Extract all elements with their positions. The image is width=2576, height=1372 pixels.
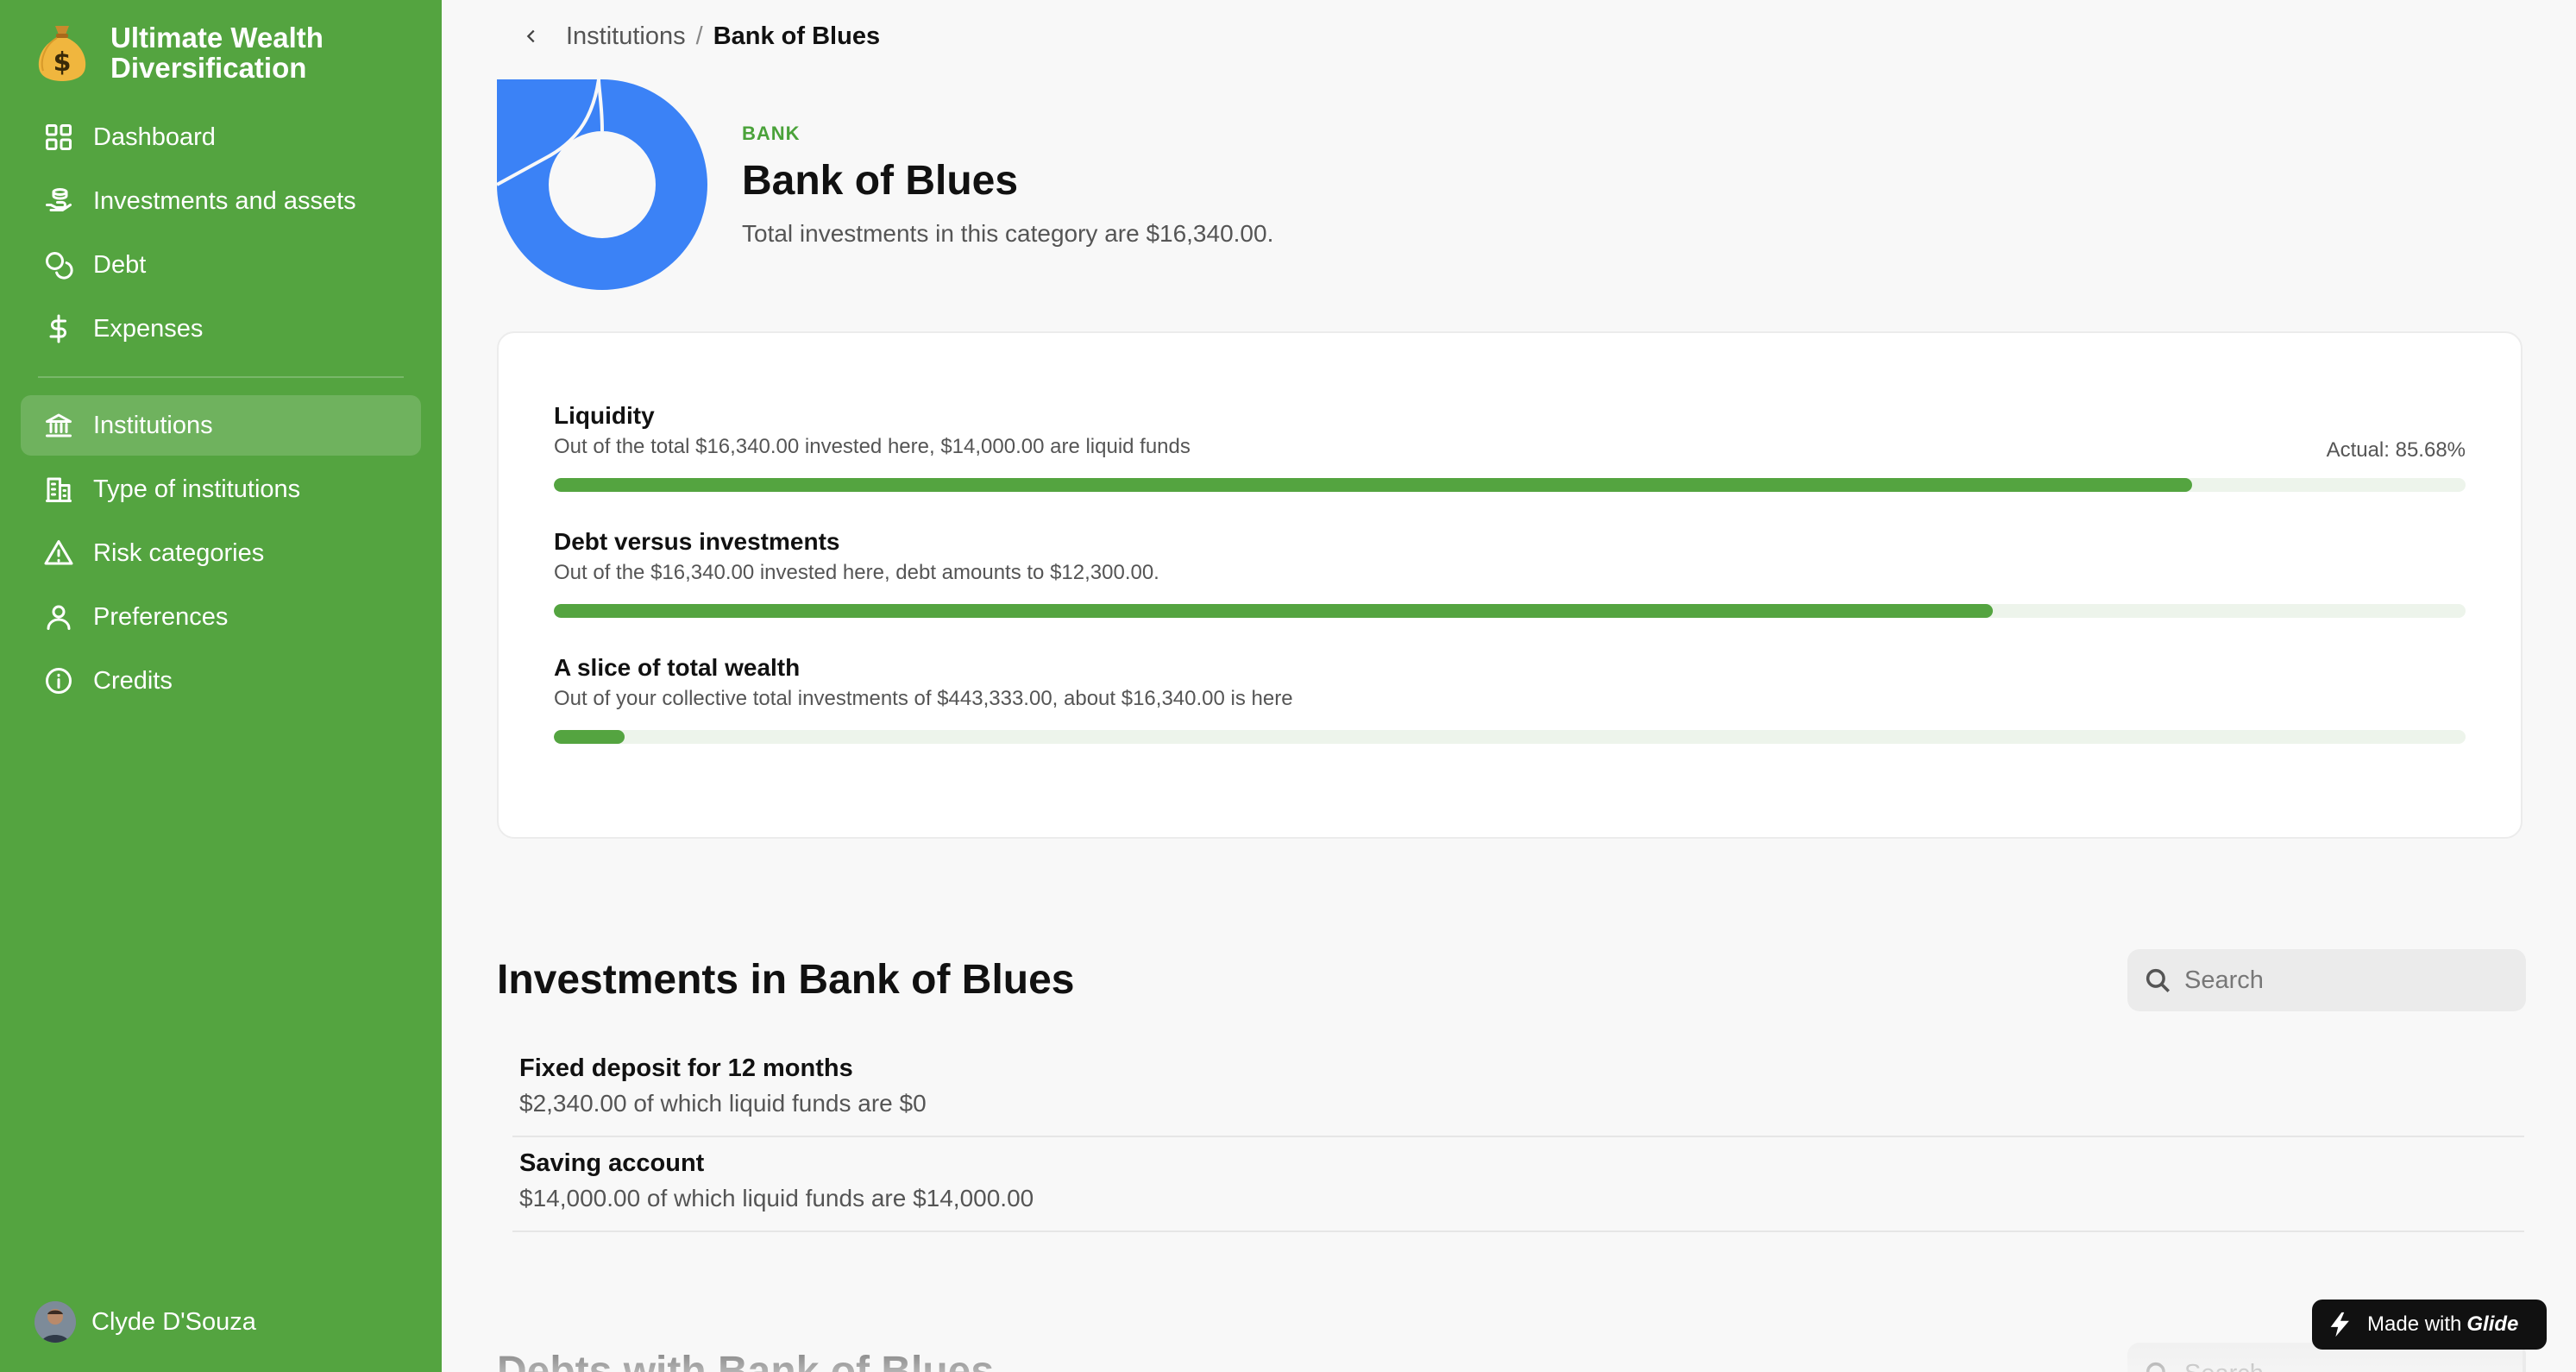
metric-title: Liquidity — [554, 402, 655, 429]
breadcrumb-current: Bank of Blues — [713, 22, 881, 50]
grid-icon — [41, 120, 76, 154]
search-input[interactable] — [2184, 966, 2512, 995]
sidebar-divider — [38, 376, 404, 378]
sidebar-item-type-of-institutions[interactable]: Type of institutions — [21, 459, 421, 519]
progress-fill — [554, 604, 1994, 618]
sidebar-item-label: Expenses — [93, 314, 204, 343]
list-item-title: Saving account — [519, 1149, 705, 1177]
investments-search[interactable] — [2127, 949, 2526, 1011]
sidebar-item-label: Institutions — [93, 411, 213, 439]
user-profile[interactable]: Clyde D'Souza — [35, 1301, 256, 1343]
user-name: Clyde D'Souza — [91, 1307, 256, 1336]
sidebar-item-label: Credits — [93, 666, 173, 695]
metric-description: Out of the total $16,340.00 invested her… — [554, 435, 1191, 458]
breadcrumb-link-institutions[interactable]: Institutions — [566, 22, 686, 51]
sidebar-item-label: Preferences — [93, 602, 229, 631]
metric-description: Out of the $16,340.00 invested here, deb… — [554, 561, 1159, 584]
main-content: Institutions / Bank of Blues BANK Bank o… — [442, 0, 2576, 1372]
sidebar-item-label: Risk categories — [93, 538, 265, 567]
list-item[interactable]: Saving account $14,000.00 of which liqui… — [512, 1137, 2524, 1232]
sidebar-item-dashboard[interactable]: Dashboard — [21, 107, 421, 167]
institution-info: BANK Bank of Blues Total investments in … — [742, 79, 1273, 290]
institution-header: BANK Bank of Blues Total investments in … — [497, 79, 1273, 290]
sidebar-item-label: Type of institutions — [93, 475, 301, 503]
metric-debt-vs-investments: Debt versus investments Out of the $16,3… — [554, 528, 2466, 618]
investments-list: Fixed deposit for 12 months $2,340.00 of… — [512, 1042, 2524, 1232]
sidebar-nav: Dashboard Investments and assets Debt Ex… — [21, 107, 421, 714]
breadcrumb: Institutions / Bank of Blues — [514, 19, 880, 53]
sidebar-item-label: Debt — [93, 250, 147, 279]
badge-brand: Glide — [2466, 1312, 2519, 1336]
metric-description: Out of your collective total investments… — [554, 687, 1293, 710]
money-bag-icon: $ — [38, 26, 86, 81]
breadcrumb-separator: / — [695, 22, 703, 50]
list-item-subtitle: $14,000.00 of which liquid funds are $14… — [519, 1185, 1034, 1212]
progress-track — [554, 478, 2466, 492]
info-icon — [41, 664, 76, 698]
sidebar: $ Ultimate Wealth Diversification Dashbo… — [0, 0, 442, 1372]
made-with-glide-badge[interactable]: Made with Glide — [2312, 1300, 2547, 1350]
progress-fill — [554, 478, 2192, 492]
progress-fill — [554, 730, 625, 744]
dollar-icon — [41, 312, 76, 346]
metric-liquidity: Liquidity Out of the total $16,340.00 in… — [554, 402, 2466, 492]
list-item[interactable]: Fixed deposit for 12 months $2,340.00 of… — [512, 1042, 2524, 1137]
bank-logo-icon — [497, 79, 707, 290]
glide-logo-icon — [2330, 1312, 2349, 1337]
search-icon — [2146, 1362, 2165, 1372]
progress-track — [554, 604, 2466, 618]
sidebar-item-expenses[interactable]: Expenses — [21, 299, 421, 359]
avatar — [35, 1301, 76, 1343]
warning-icon — [41, 536, 76, 570]
list-item-title: Fixed deposit for 12 months — [519, 1054, 853, 1082]
metric-title: Debt versus investments — [554, 528, 840, 555]
back-button[interactable] — [514, 19, 549, 53]
sidebar-item-label: Investments and assets — [93, 186, 356, 215]
search-input[interactable] — [2184, 1359, 2512, 1372]
coins-icon — [41, 248, 76, 282]
debts-section-title: Debts with Bank of Blues — [497, 1349, 995, 1372]
institution-summary: Total investments in this category are $… — [742, 220, 1274, 247]
sidebar-item-label: Dashboard — [93, 123, 216, 151]
metric-title: A slice of total wealth — [554, 654, 801, 681]
sidebar-item-investments[interactable]: Investments and assets — [21, 171, 421, 231]
app-title: Ultimate Wealth Diversification — [110, 22, 324, 84]
bank-icon — [41, 408, 76, 443]
sidebar-item-credits[interactable]: Credits — [21, 651, 421, 711]
user-icon — [41, 600, 76, 634]
building-icon — [41, 472, 76, 507]
app-brand[interactable]: $ Ultimate Wealth Diversification — [35, 22, 421, 83]
sidebar-item-preferences[interactable]: Preferences — [21, 587, 421, 647]
investments-section-title: Investments in Bank of Blues — [497, 957, 1075, 1003]
sidebar-item-risk-categories[interactable]: Risk categories — [21, 523, 421, 583]
metric-slice-of-wealth: A slice of total wealth Out of your coll… — [554, 654, 2466, 744]
hand-coins-icon — [41, 184, 76, 218]
chevron-left-icon — [526, 29, 535, 43]
institution-type: BANK — [742, 123, 801, 144]
metric-actual-value: Actual: 85.68% — [2326, 438, 2466, 462]
search-icon — [2146, 968, 2171, 993]
metrics-card: Liquidity Out of the total $16,340.00 in… — [497, 331, 2523, 839]
sidebar-item-debt[interactable]: Debt — [21, 235, 421, 295]
institution-name: Bank of Blues — [742, 158, 1019, 204]
list-item-subtitle: $2,340.00 of which liquid funds are $0 — [519, 1090, 927, 1117]
svg-text:$: $ — [53, 47, 72, 78]
sidebar-item-institutions[interactable]: Institutions — [21, 395, 421, 456]
badge-prefix: Made with — [2367, 1312, 2462, 1336]
progress-track — [554, 730, 2466, 744]
